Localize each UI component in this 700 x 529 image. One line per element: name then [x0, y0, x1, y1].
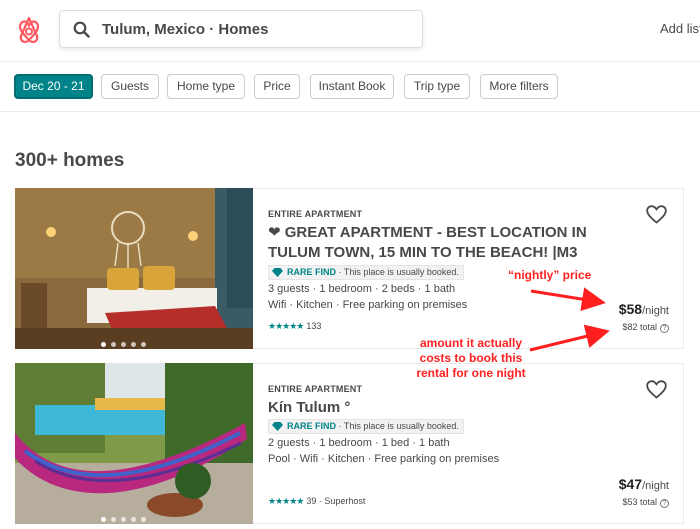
nightly-arrow [530, 287, 606, 312]
total-arrow [529, 324, 610, 352]
annotation-arrows [529, 287, 610, 352]
